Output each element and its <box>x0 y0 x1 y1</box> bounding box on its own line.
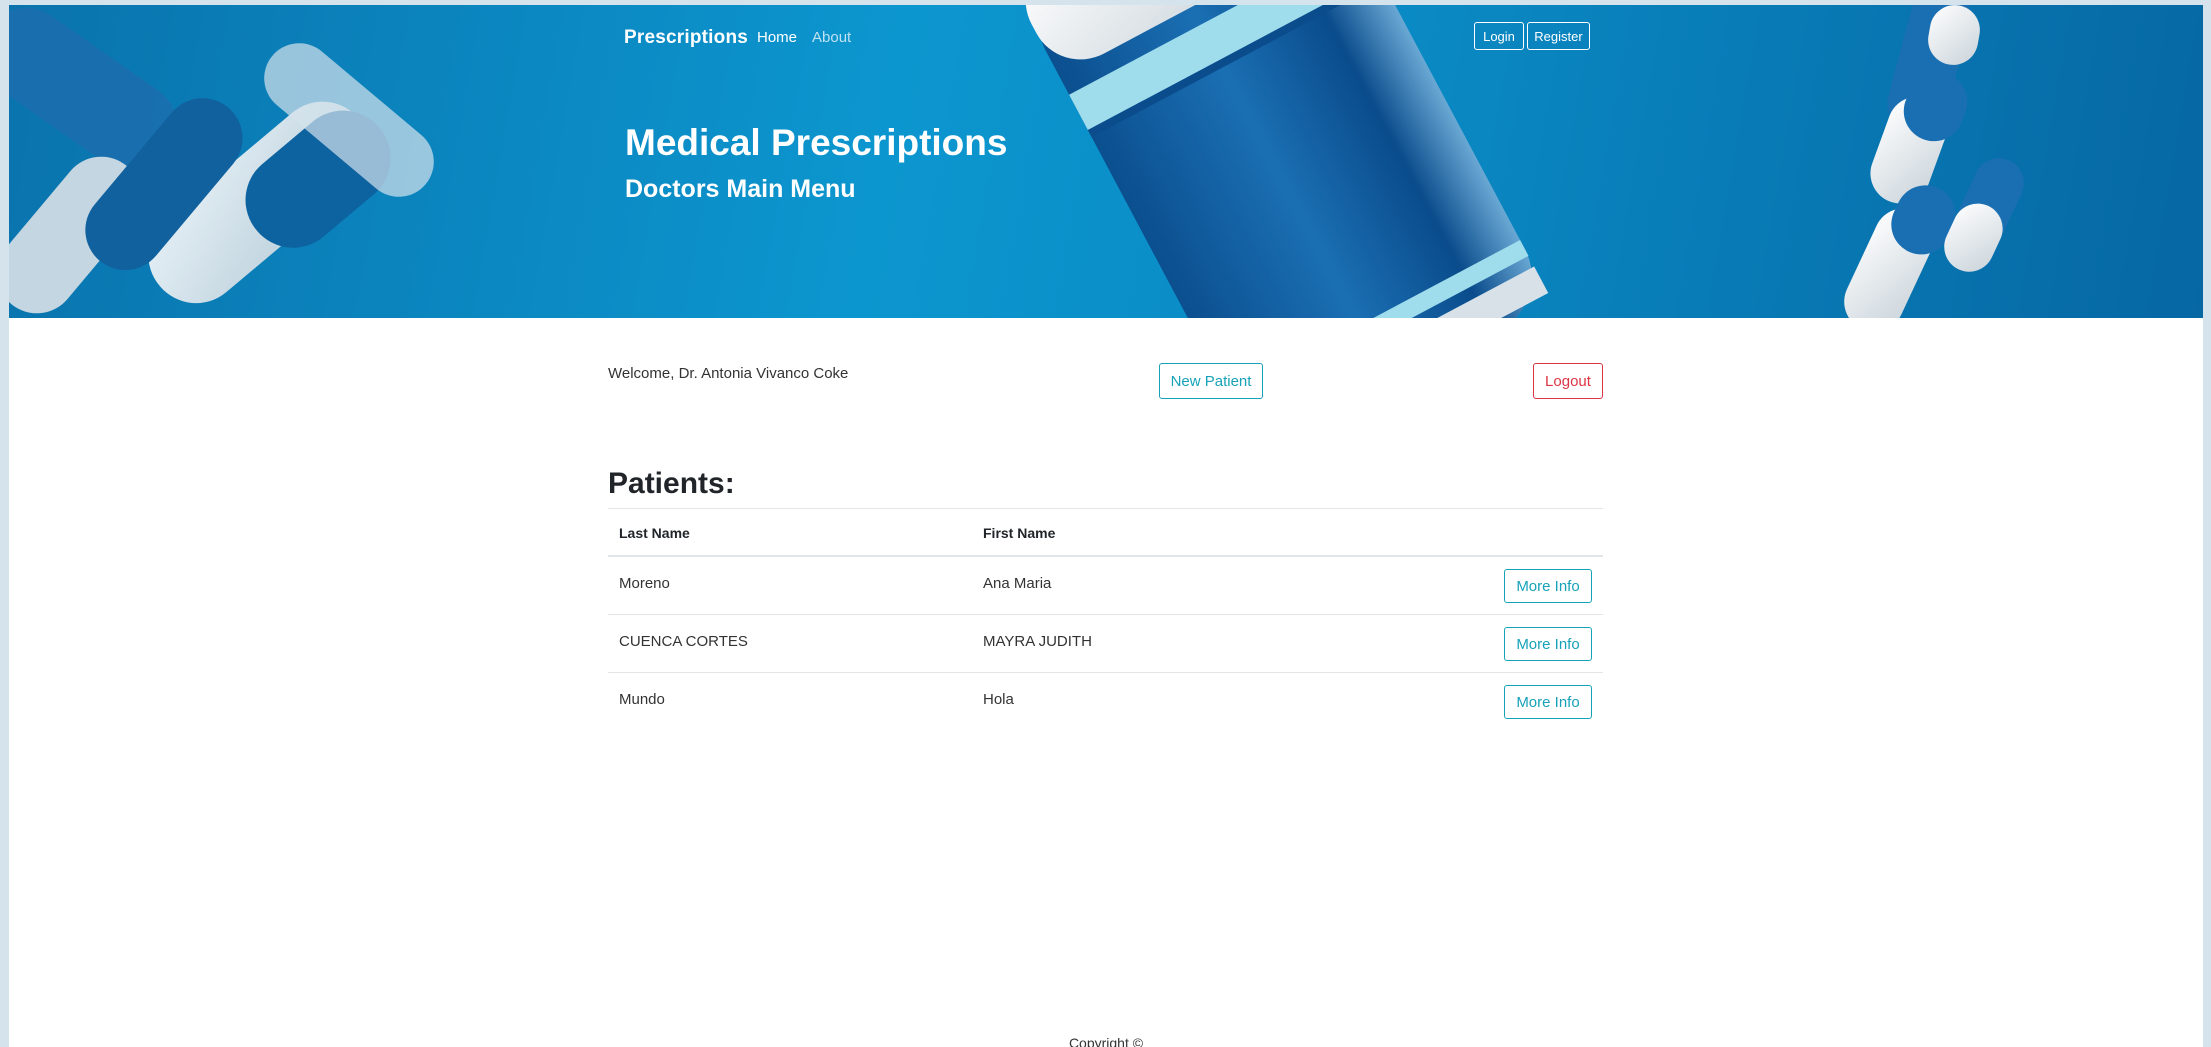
top-navbar: Prescriptions Home About Login Register <box>9 5 2203 69</box>
table-row: CUENCA CORTES MAYRA JUDITH More Info <box>608 615 1603 673</box>
welcome-message: Welcome, Dr. Antonia Vivanco Coke <box>608 365 849 382</box>
page: Prescriptions Home About Login Register … <box>9 5 2203 1047</box>
patients-heading: Patients: <box>608 467 735 500</box>
table-row: Mundo Hola More Info <box>608 673 1603 730</box>
register-button[interactable]: Register <box>1527 22 1590 50</box>
table-header-row: Last Name First Name <box>608 508 1603 557</box>
more-info-button[interactable]: More Info <box>1504 685 1592 719</box>
nav-link-home[interactable]: Home <box>757 29 797 46</box>
patients-table: Last Name First Name Moreno Ana Maria Mo… <box>608 508 1603 730</box>
hero-banner: Prescriptions Home About Login Register … <box>9 5 2203 318</box>
footer-copyright: Copyright © <box>1068 1035 1144 1047</box>
page-subtitle: Doctors Main Menu <box>625 175 856 203</box>
cell-first-name: Hola <box>983 691 1014 708</box>
more-info-button[interactable]: More Info <box>1504 627 1592 661</box>
logout-button[interactable]: Logout <box>1533 363 1603 399</box>
login-button[interactable]: Login <box>1474 22 1524 50</box>
column-header-first-name: First Name <box>983 525 1056 541</box>
navbar-brand[interactable]: Prescriptions <box>624 27 748 49</box>
cell-last-name: Mundo <box>619 691 665 708</box>
cell-last-name: CUENCA CORTES <box>619 633 748 650</box>
new-patient-button[interactable]: New Patient <box>1159 363 1263 399</box>
cell-last-name: Moreno <box>619 575 670 592</box>
page-title: Medical Prescriptions <box>625 122 1008 163</box>
nav-link-about[interactable]: About <box>812 29 851 46</box>
column-header-last-name: Last Name <box>619 525 690 541</box>
more-info-button[interactable]: More Info <box>1504 569 1592 603</box>
table-row: Moreno Ana Maria More Info <box>608 557 1603 615</box>
cell-first-name: MAYRA JUDITH <box>983 633 1092 650</box>
cell-first-name: Ana Maria <box>983 575 1052 592</box>
